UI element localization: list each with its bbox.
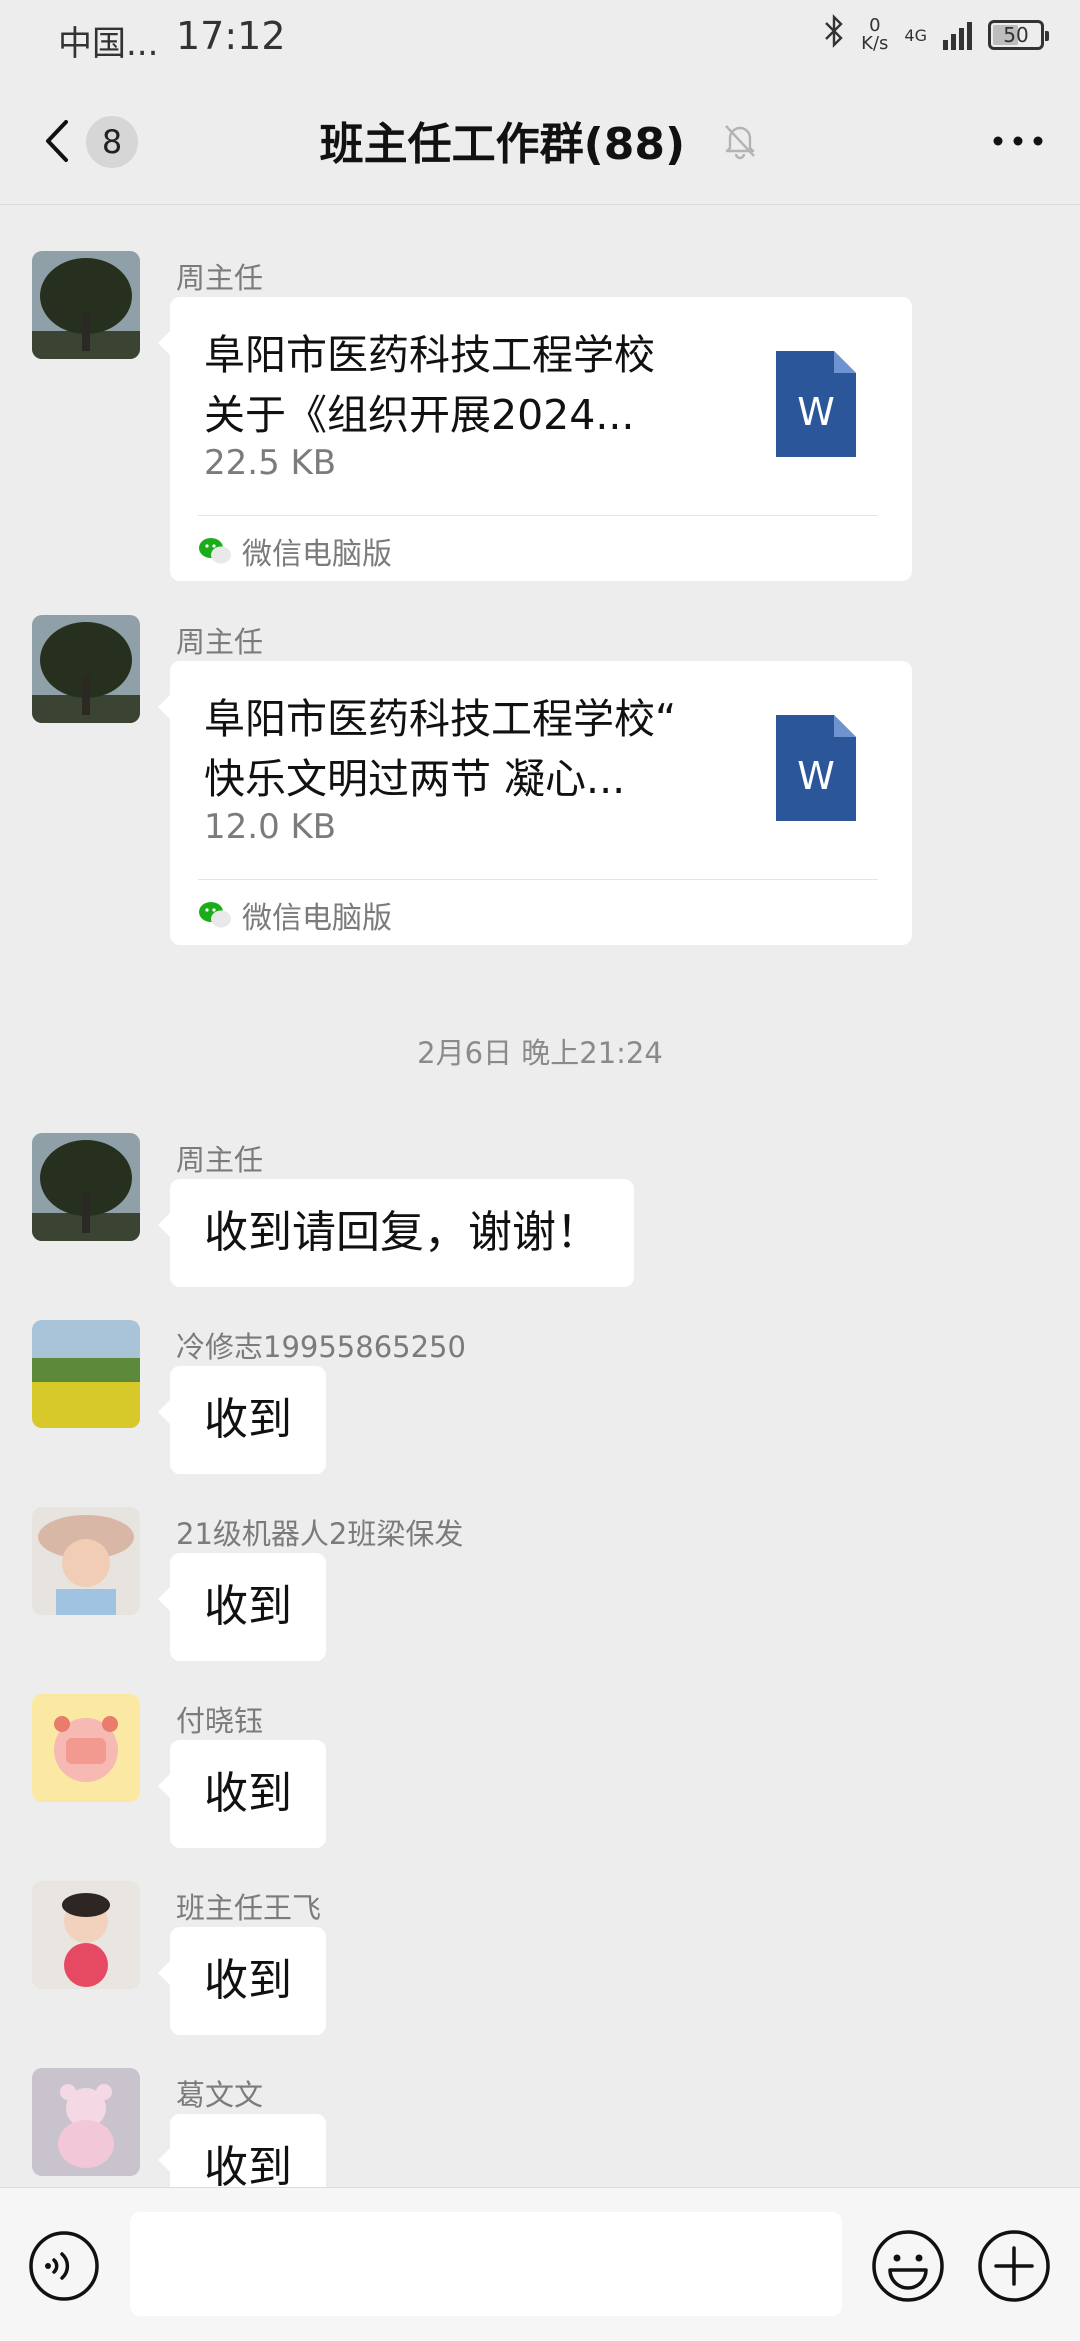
file-size: 22.5 KB	[204, 443, 337, 483]
file-title-line: 阜阳市医药科技工程学校	[204, 331, 655, 379]
divider	[198, 515, 878, 516]
file-title-line: 快乐文明过两节 凝心...	[204, 755, 626, 803]
more-functions-button[interactable]	[976, 2228, 1052, 2304]
carrier-label: 中国...	[58, 24, 159, 64]
group-name: 班主任工作群(88)	[319, 119, 686, 170]
file-source: 微信电脑版	[198, 529, 392, 573]
sender-name: 付晓钰	[176, 1704, 264, 1738]
status-time: 17:12	[176, 14, 286, 58]
message-list[interactable]: 周主任 阜阳市医药科技工程学校 关于《组织开展2024... 22.5 KB W…	[0, 205, 1080, 2187]
text-message-bubble[interactable]: 收到	[158, 1366, 326, 1474]
file-source-label: 微信电脑版	[242, 901, 392, 936]
chat-title: 班主任工作群(88)	[0, 108, 1080, 172]
sender-name: 21级机器人2班梁保发	[176, 1517, 464, 1551]
divider	[198, 879, 878, 880]
svg-text:W: W	[797, 754, 835, 798]
battery-level: 50	[1003, 23, 1029, 47]
text-message-bubble[interactable]: 收到	[158, 1553, 326, 1661]
avatar[interactable]	[32, 1881, 140, 1989]
network-speed-unit: K/s	[861, 33, 889, 54]
text-message-bubble[interactable]: 收到	[158, 1927, 326, 2035]
sender-name: 班主任王飞	[176, 1891, 322, 1925]
mute-bell-icon	[725, 125, 756, 160]
svg-text:W: W	[797, 390, 835, 434]
input-bar	[0, 2187, 1080, 2341]
signal-strength-icon	[943, 20, 972, 50]
file-size: 12.0 KB	[204, 807, 337, 847]
network-type-label: 4G	[904, 25, 927, 45]
text-message-bubble[interactable]: 收到	[158, 1740, 326, 1848]
battery-icon: 50	[988, 20, 1049, 50]
voice-input-button[interactable]	[28, 2230, 100, 2302]
message-input[interactable]	[130, 2212, 842, 2316]
more-options-icon[interactable]	[990, 126, 1046, 156]
avatar[interactable]	[32, 1507, 140, 1615]
file-message-card[interactable]: 阜阳市医药科技工程学校 关于《组织开展2024... 22.5 KB W 微信电…	[158, 297, 912, 581]
avatar[interactable]	[32, 615, 140, 723]
bluetooth-icon	[823, 14, 845, 56]
file-title-line: 阜阳市医药科技工程学校“	[204, 695, 677, 743]
file-title: 阜阳市医药科技工程学校 关于《组织开展2024...	[204, 325, 724, 445]
message-timestamp: 2月6日 晚上21:24	[417, 1036, 663, 1070]
file-message-card[interactable]: 阜阳市医药科技工程学校“ 快乐文明过两节 凝心... 12.0 KB W 微信电…	[158, 661, 912, 945]
text-message-bubble[interactable]: 收到	[158, 2114, 326, 2187]
avatar[interactable]	[32, 2068, 140, 2176]
file-source: 微信电脑版	[198, 893, 392, 937]
avatar[interactable]	[32, 1694, 140, 1802]
file-title: 阜阳市医药科技工程学校“ 快乐文明过两节 凝心...	[204, 689, 724, 809]
wechat-icon	[199, 538, 231, 564]
status-bar: 中国... 17:12 0 K/s 4G 50	[0, 0, 1080, 78]
chat-header: 8 班主任工作群(88)	[0, 78, 1080, 205]
wechat-icon	[199, 902, 231, 928]
sender-name: 冷修志19955865250	[176, 1330, 466, 1364]
sender-name: 周主任	[176, 261, 264, 295]
avatar[interactable]	[32, 251, 140, 359]
file-title-line: 关于《组织开展2024...	[204, 391, 635, 439]
word-document-icon: W	[776, 715, 856, 821]
sender-name: 周主任	[176, 1143, 264, 1177]
sender-name: 葛文文	[176, 2078, 264, 2112]
word-document-icon: W	[776, 351, 856, 457]
network-speed: 0 K/s	[861, 17, 888, 53]
file-source-label: 微信电脑版	[242, 537, 392, 572]
avatar[interactable]	[32, 1133, 140, 1241]
emoji-button[interactable]	[870, 2228, 946, 2304]
status-indicators: 0 K/s 4G 50	[823, 14, 1049, 56]
avatar[interactable]	[32, 1320, 140, 1428]
text-message-bubble[interactable]: 收到请回复，谢谢！	[158, 1179, 634, 1287]
sender-name: 周主任	[176, 625, 264, 659]
